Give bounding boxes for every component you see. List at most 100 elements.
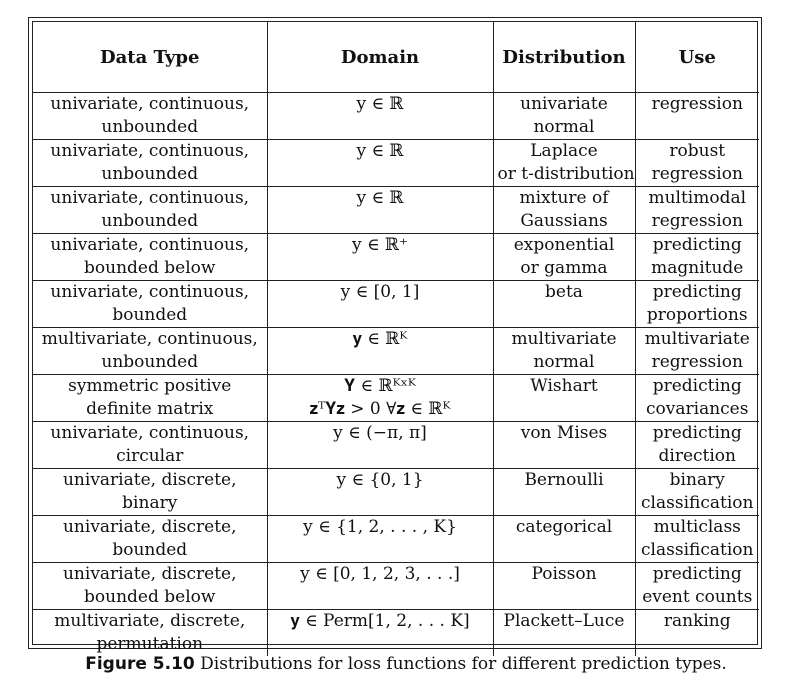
cell-line: proportions — [646, 305, 748, 325]
cell-line: exponential — [513, 235, 615, 255]
cell-line: regression — [651, 164, 743, 184]
distribution-cell: exponential or gamma — [492, 233, 636, 281]
table-row: univariate, continuous, bounded y ∈ [0, 1]… — [33, 280, 759, 328]
use-cell: regression — [634, 92, 759, 140]
data-type-cell: symmetric positive definite matrix — [33, 374, 268, 422]
cell-line: bounded below — [84, 258, 216, 278]
domain-cell: y ∈ ℝ — [266, 92, 494, 140]
cell-line: univariate, continuous, — [50, 141, 250, 161]
cell-line: univariate — [520, 94, 608, 114]
domain-cell: y ∈ ℝ — [266, 186, 494, 234]
table-row: univariate, continuous, unbounded y ∈ ℝ uni… — [33, 92, 759, 140]
distribution-cell: Poisson — [492, 562, 636, 610]
data-type-cell: multivariate, continuous, unbounded — [33, 327, 268, 375]
header-domain: Domain — [266, 22, 494, 93]
cell-line: Wishart — [530, 376, 598, 396]
data-type-cell: univariate, continuous, unbounded — [33, 186, 268, 234]
cell-line: bounded — [112, 540, 188, 560]
table-row: symmetric positive definite matrix 𝐘 ∈ ℝᴷˣ… — [33, 374, 759, 422]
table-body: univariate, continuous, unbounded y ∈ ℝ uni… — [33, 92, 759, 656]
cell-line: robust — [669, 141, 726, 161]
cell-line: y ∈ ℝ — [356, 94, 404, 114]
figure-label: Figure 5.10 — [85, 654, 195, 674]
cell-line: bounded — [112, 305, 188, 325]
caption-text: Distributions for loss functions for dif… — [194, 654, 727, 674]
domain-cell: y ∈ [0, 1, 2, 3, . . .] — [266, 562, 494, 610]
use-cell: multimodal regression — [634, 186, 759, 234]
header-use: Use — [634, 22, 759, 93]
cell-line: univariate, discrete, — [62, 564, 237, 584]
domain-cell: y ∈ (−π, π] — [266, 421, 494, 469]
cell-line: or t-distribution — [497, 164, 635, 184]
table-row: univariate, discrete, bounded below y ∈ [0… — [33, 562, 759, 610]
data-type-cell: univariate, discrete, binary — [33, 468, 268, 516]
table-row: univariate, discrete, binary y ∈ {0, 1} Ber… — [33, 468, 759, 516]
cell-line: circular — [116, 446, 184, 466]
cell-line: multivariate — [511, 329, 617, 349]
use-cell: predicting covariances — [634, 374, 759, 422]
cell-line: normal — [533, 352, 595, 372]
cell-line: multivariate, discrete, — [54, 611, 246, 631]
domain-cell: 𝐲 ∈ Perm[1, 2, . . . K] — [266, 609, 494, 656]
cell-line: magnitude — [651, 258, 744, 278]
use-cell: binary classification — [634, 468, 759, 516]
cell-line: multivariate, continuous, — [41, 329, 258, 349]
cell-line: unbounded — [101, 164, 199, 184]
cell-line: multiclass — [653, 517, 741, 537]
cell-line: predicting — [652, 376, 742, 396]
domain-cell: y ∈ {1, 2, . . . , K} — [266, 515, 494, 563]
table-row: univariate, continuous, unbounded y ∈ ℝ Lap… — [33, 139, 759, 187]
cell-line: or gamma — [520, 258, 608, 278]
data-type-cell: univariate, continuous, bounded — [33, 280, 268, 328]
cell-line: multimodal — [648, 188, 747, 208]
cell-line: regression — [651, 352, 743, 372]
distribution-cell: Wishart — [492, 374, 636, 422]
cell-line: univariate, continuous, — [50, 423, 250, 443]
cell-line: classification — [641, 540, 754, 560]
distribution-cell: Plackett–Luce — [492, 609, 636, 656]
data-type-cell: univariate, continuous, unbounded — [33, 139, 268, 187]
cell-line: von Mises — [520, 423, 608, 443]
header-row: Data Type Domain Distribution Use — [33, 22, 759, 93]
cell-line: regression — [651, 94, 743, 114]
cell-line: ranking — [663, 611, 731, 631]
distribution-cell: Laplace or t-distribution — [492, 139, 636, 187]
data-type-cell: univariate, continuous, unbounded — [33, 92, 268, 140]
header-data-type: Data Type — [33, 22, 268, 93]
cell-line: y ∈ [0, 1, 2, 3, . . .] — [300, 564, 460, 584]
cell-line: y ∈ [0, 1] — [340, 282, 420, 302]
cell-line: 𝐘 ∈ ℝᴷˣᴷ — [344, 376, 416, 396]
cell-line: univariate, continuous, — [50, 235, 250, 255]
table-frame: Data Type Domain Distribution Use univar… — [28, 17, 762, 656]
cell-line: univariate, discrete, — [62, 470, 237, 490]
table-row: univariate, continuous, circular y ∈ (−π, … — [33, 421, 759, 469]
use-cell: predicting direction — [634, 421, 759, 469]
distribution-cell: von Mises — [492, 421, 636, 469]
cell-line: permutation — [96, 634, 204, 654]
cell-line: predicting — [652, 564, 742, 584]
use-cell: robust regression — [634, 139, 759, 187]
table-row: univariate, continuous, bounded below y ∈ … — [33, 233, 759, 281]
cell-line: y ∈ {0, 1} — [336, 470, 424, 490]
header-distribution: Distribution — [492, 22, 636, 93]
use-cell: predicting magnitude — [634, 233, 759, 281]
table-frame-inner: Data Type Domain Distribution Use univar… — [32, 21, 759, 656]
cell-line: Laplace — [530, 141, 598, 161]
cell-line: mixture of — [519, 188, 609, 208]
use-cell: predicting proportions — [634, 280, 759, 328]
figure-caption: Figure 5.10 Distributions for loss funct… — [0, 654, 812, 674]
cell-line: multivariate — [644, 329, 750, 349]
use-cell: ranking — [634, 609, 759, 656]
cell-line: binary — [669, 470, 725, 490]
domain-cell: y ∈ [0, 1] — [266, 280, 494, 328]
cell-line: univariate, continuous, — [50, 94, 250, 114]
cell-line: unbounded — [101, 211, 199, 231]
data-type-cell: univariate, discrete, bounded — [33, 515, 268, 563]
cell-line: predicting — [652, 282, 742, 302]
cell-line: 𝐲 ∈ Perm[1, 2, . . . K] — [290, 611, 470, 631]
loss-distribution-table: Data Type Domain Distribution Use univar… — [33, 22, 759, 656]
cell-line: predicting — [652, 235, 742, 255]
distribution-cell: multivariate normal — [492, 327, 636, 375]
cell-line: Plackett–Luce — [503, 611, 625, 631]
table-row: multivariate, continuous, unbounded 𝐲 ∈ ℝᴷ… — [33, 327, 759, 375]
